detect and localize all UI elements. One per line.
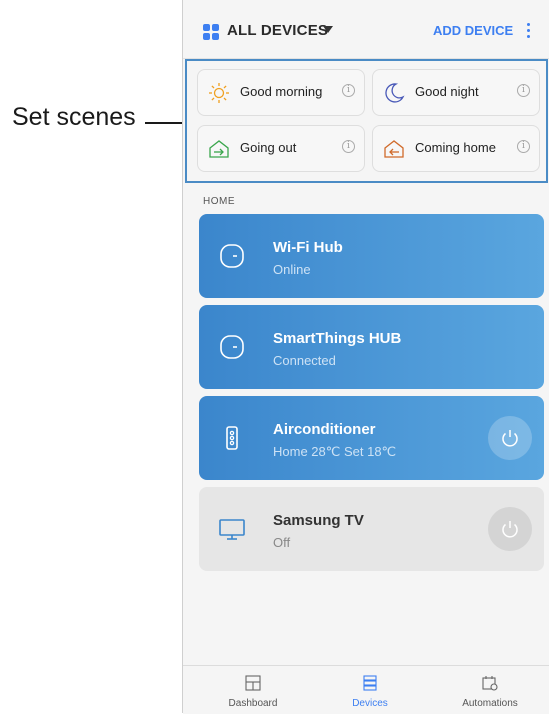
hub-icon	[220, 335, 244, 359]
scenes-panel: Good morning i Good night i Going out i	[185, 59, 548, 183]
info-icon[interactable]: i	[342, 84, 355, 97]
callout-line	[145, 122, 187, 124]
tv-icon	[219, 519, 245, 540]
hub-icon	[220, 244, 244, 268]
top-bar: ALL DEVICES ADD DEVICE	[183, 0, 549, 59]
device-name: SmartThings HUB	[273, 330, 402, 347]
device-card-airconditioner[interactable]: Airconditioner Home 28℃ Set 18℃	[199, 396, 544, 480]
dashboard-icon	[245, 675, 261, 691]
nav-automations[interactable]: Automations	[445, 666, 535, 714]
nav-label: Dashboard	[228, 698, 278, 709]
devices-icon	[363, 675, 377, 691]
house-enter-icon	[384, 140, 404, 158]
phone-screen: ALL DEVICES ADD DEVICE Good morning i Go…	[182, 0, 549, 714]
device-status: Off	[273, 535, 291, 550]
scene-going-out[interactable]: Going out i	[197, 125, 365, 172]
scene-good-morning[interactable]: Good morning i	[197, 69, 365, 116]
device-card-samsung-tv[interactable]: Samsung TV Off	[199, 487, 544, 571]
device-name: Samsung TV	[273, 512, 364, 529]
scene-coming-home[interactable]: Coming home i	[372, 125, 540, 172]
nav-label: Automations	[462, 698, 518, 709]
nav-dashboard[interactable]: Dashboard	[208, 666, 298, 714]
add-device-button[interactable]: ADD DEVICE	[433, 23, 513, 38]
scene-good-night[interactable]: Good night i	[372, 69, 540, 116]
sun-icon	[209, 83, 229, 103]
remote-icon	[226, 426, 238, 450]
nav-label: Devices	[352, 698, 388, 709]
power-button[interactable]	[488, 507, 532, 551]
device-status: Home 28℃ Set 18℃	[273, 444, 397, 459]
power-icon	[502, 521, 518, 538]
device-card-wifi-hub[interactable]: Wi-Fi Hub Online	[199, 214, 544, 298]
location-selector[interactable]: ALL DEVICES	[227, 22, 328, 39]
nav-devices[interactable]: Devices	[325, 666, 415, 714]
power-icon	[502, 430, 518, 447]
scene-label: Good morning	[240, 84, 323, 99]
device-name: Wi-Fi Hub	[273, 239, 343, 256]
bottom-navigation: Dashboard Devices Automations	[183, 665, 549, 714]
device-status: Online	[273, 262, 311, 277]
section-label: HOME	[203, 196, 235, 207]
device-card-smartthings-hub[interactable]: SmartThings HUB Connected	[199, 305, 544, 389]
grid-icon[interactable]	[203, 24, 219, 40]
info-icon[interactable]: i	[342, 140, 355, 153]
power-button[interactable]	[488, 416, 532, 460]
moon-icon	[385, 83, 405, 103]
scene-label: Coming home	[415, 140, 496, 155]
chevron-down-icon[interactable]	[323, 26, 333, 33]
more-options-icon[interactable]	[527, 23, 531, 39]
scene-label: Going out	[240, 140, 297, 155]
device-status: Connected	[273, 353, 336, 368]
scene-label: Good night	[415, 84, 479, 99]
info-icon[interactable]: i	[517, 84, 530, 97]
house-exit-icon	[209, 140, 229, 158]
info-icon[interactable]: i	[517, 140, 530, 153]
automations-icon	[482, 676, 498, 691]
device-name: Airconditioner	[273, 421, 376, 438]
callout-label: Set scenes	[12, 103, 136, 131]
